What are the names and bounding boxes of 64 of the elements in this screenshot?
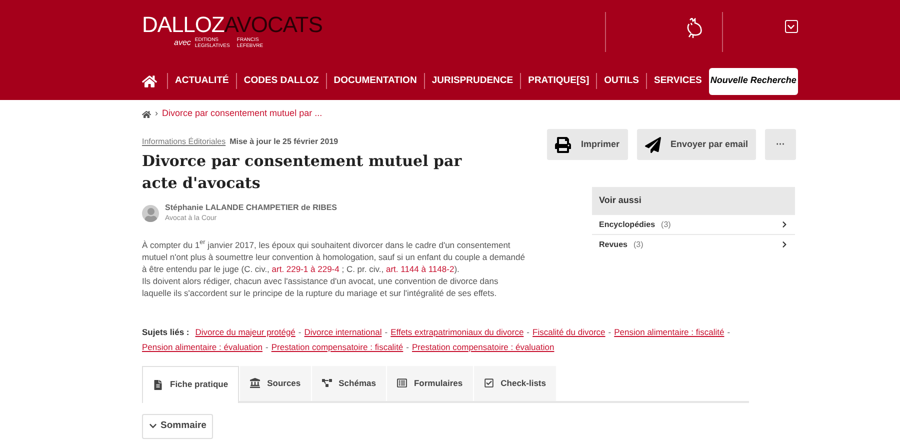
article-title: Divorce par consentement mutuel par acte d'avocats xyxy=(142,151,463,194)
tab[interactable]: Check-lists xyxy=(474,366,556,400)
panel-title: Voir aussi xyxy=(598,194,642,207)
link-separator: - xyxy=(298,326,302,336)
update-date: Mise à jour le 25 février 2019 xyxy=(230,136,338,148)
topic-link[interactable]: Pension alimentaire : évaluation xyxy=(142,342,262,352)
link-separator: - xyxy=(526,326,530,336)
email-button[interactable]: Envoyer par email xyxy=(636,129,756,160)
link-separator: - xyxy=(266,342,268,352)
link-separator: - xyxy=(727,326,730,336)
printer-icon xyxy=(555,136,571,152)
send-icon xyxy=(644,136,661,152)
dropdown-toggle[interactable] xyxy=(784,20,798,33)
tab[interactable]: Formulaires xyxy=(386,366,473,400)
nav-link[interactable]: OUTILS xyxy=(597,74,646,88)
see-also-item[interactable]: Revues (3) xyxy=(592,235,795,254)
nav-link[interactable]: JURISPRUDENCE xyxy=(424,74,520,88)
see-also-item[interactable]: Encyclopédies (3) xyxy=(592,215,795,234)
link-separator: - xyxy=(384,326,388,336)
article-paragraph: À compter du 1$^{er}$ janvier 2017, les époux qui souhaitent divorcer dans le cadre d'un consentement mutuel n'ont plus à soumettre leur convention à homologation, sauf si un enfant du couple a demandé à être entendu par le juge (C. civ., art. 229-1 à 229-4 ; C. pr. civ., art. 1144 à 1148-2). xyxy=(142,238,526,274)
tab-icon xyxy=(322,378,332,388)
tab-icon xyxy=(396,378,407,388)
related-topics: Sujets liés : Divorce du majeur protégé - Divorce international - Effets extrapatrimoniaux du divorce - Fiscalité du divorce - Pension alimentaire : fiscalité - Pension alimentaire : évaluation - Prestation compensatoire : fiscalité - Prestation compensatoire : évaluation xyxy=(142,326,732,354)
tab[interactable]: Schémas xyxy=(312,366,386,400)
article-paragraph: Ils doivent alors rédiger, chacun avec l'assistance d'un avocat, une convention de divorce dans laquelle ils s'accordent sur le principe de la rupture du mariage et sur l'intégralité de ses effets. xyxy=(142,274,500,298)
nav-link[interactable]: CODES DALLOZ xyxy=(236,74,326,88)
topic-link[interactable]: Divorce du majeur protégé xyxy=(195,326,296,336)
print-button[interactable]: Imprimer xyxy=(547,129,628,160)
topic-link[interactable]: Divorce international xyxy=(304,326,382,336)
nav-link[interactable]: ACTUALITÉ xyxy=(168,74,236,88)
new-search-button[interactable]: Nouvelle Recherche xyxy=(708,68,798,94)
tab-icon xyxy=(250,378,260,388)
more-button[interactable]: ··· xyxy=(765,129,796,160)
topic-link[interactable]: Prestation compensatoire : fiscalité xyxy=(271,342,404,352)
nav-link[interactable]: PRATIQUE[S] xyxy=(521,74,596,88)
chevron-down-icon xyxy=(148,422,157,430)
link-separator: - xyxy=(406,342,409,352)
topic-link[interactable]: Fiscalité du divorce xyxy=(532,326,606,336)
breadcrumb-link[interactable]: Divorce par consentement mutuel par ... xyxy=(162,107,322,121)
link-separator: - xyxy=(608,326,612,336)
logo-text: avec xyxy=(174,37,191,49)
article-link[interactable]: art. 229-1 à 229-4 xyxy=(272,264,340,274)
category-link[interactable]: Informations Éditoriales xyxy=(142,136,226,148)
breadcrumb-separator: › xyxy=(155,107,158,120)
tab[interactable]: Fiche pratique xyxy=(142,366,240,402)
tab-icon xyxy=(153,380,163,390)
home-icon[interactable] xyxy=(142,110,151,118)
topic-link[interactable]: Prestation compensatoire : évaluation xyxy=(412,342,554,352)
home-icon[interactable] xyxy=(142,74,157,88)
rooster-icon[interactable] xyxy=(686,18,704,38)
logo[interactable]: DALLOZAVOCATS xyxy=(142,13,322,37)
chevron-right-icon xyxy=(781,241,788,248)
chevron-right-icon xyxy=(781,221,788,228)
chevron-down-icon xyxy=(787,22,796,30)
article-link[interactable]: art. 1144 à 1148-2 xyxy=(386,264,454,274)
nav-link[interactable]: DOCUMENTATION xyxy=(326,74,424,88)
summary-button[interactable]: Sommaire xyxy=(142,414,213,438)
avatar xyxy=(142,204,159,222)
author-name[interactable]: Stéphanie LALANDE CHAMPETIER de RIBES xyxy=(165,202,338,214)
topic-link[interactable]: Effets extrapatrimoniaux du divorce xyxy=(390,326,524,336)
nav-link[interactable]: SERVICES xyxy=(647,74,709,88)
tab[interactable]: Sources xyxy=(240,366,311,400)
tab-icon xyxy=(484,378,494,388)
topic-link[interactable]: Pension alimentaire : fiscalité xyxy=(614,326,724,336)
